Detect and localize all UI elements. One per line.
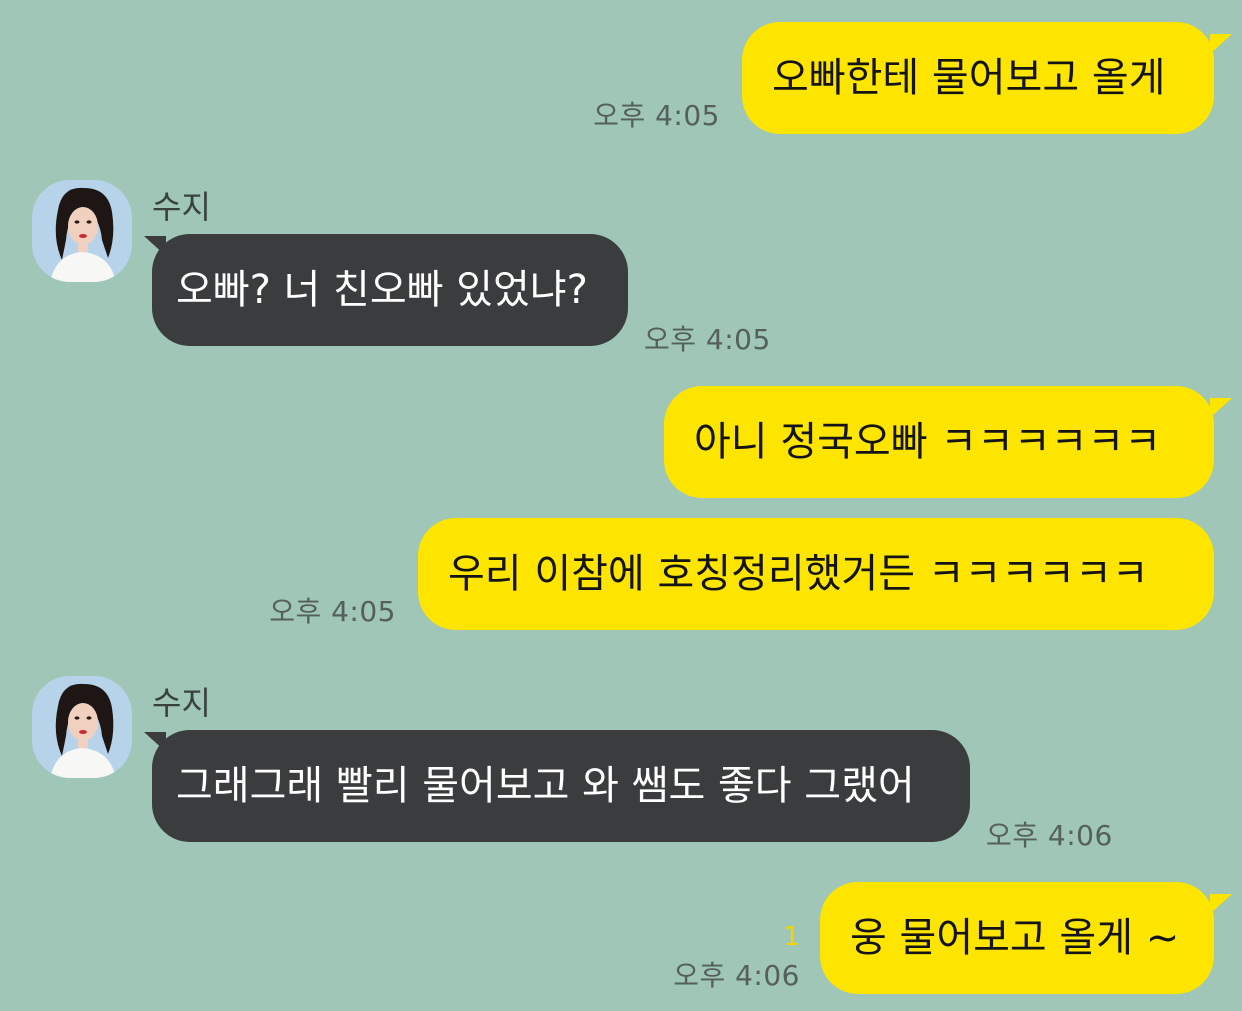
message-text: 오빠? 너 친오빠 있었냐? (176, 267, 588, 313)
message-text: 아니 정국오빠 ㅋㅋㅋㅋㅋㅋ (694, 419, 1162, 465)
message-timestamp: 오후 4:06 (986, 819, 1113, 852)
sender-name: 수지 (152, 188, 211, 226)
avatar[interactable] (32, 180, 132, 282)
avatar[interactable] (32, 676, 132, 778)
bubble-tail (1210, 398, 1232, 418)
message-timestamp: 오후 4:06 (673, 959, 800, 992)
outgoing-message-bubble[interactable]: 우리 이참에 호칭정리했거든 ㅋㅋㅋㅋㅋㅋ (418, 518, 1214, 630)
incoming-message-bubble[interactable]: 그래그래 빨리 물어보고 와 쌤도 좋다 그랬어 (152, 730, 970, 842)
sender-name: 수지 (152, 684, 211, 722)
incoming-message-bubble[interactable]: 오빠? 너 친오빠 있었냐? (152, 234, 628, 346)
unread-count-badge: 1 (783, 922, 800, 952)
message-text: 우리 이참에 호칭정리했거든 ㅋㅋㅋㅋㅋㅋ (448, 551, 1149, 597)
bubble-tail (1210, 894, 1232, 914)
outgoing-message-bubble[interactable]: 아니 정국오빠 ㅋㅋㅋㅋㅋㅋ (664, 386, 1214, 498)
profile-photo-icon (32, 676, 132, 778)
message-timestamp: 오후 4:05 (269, 595, 396, 628)
message-text: 웅 물어보고 올게 ~ (850, 915, 1180, 961)
message-timestamp: 오후 4:05 (644, 323, 771, 356)
message-text: 오빠한테 물어보고 올게 (772, 55, 1166, 101)
outgoing-message-bubble[interactable]: 웅 물어보고 올게 ~ (820, 882, 1214, 994)
outgoing-message-bubble[interactable]: 오빠한테 물어보고 올게 (742, 22, 1214, 134)
message-timestamp: 오후 4:05 (593, 99, 720, 132)
profile-photo-icon (32, 180, 132, 282)
bubble-tail (1210, 34, 1232, 54)
message-text: 그래그래 빨리 물어보고 와 쌤도 좋다 그랬어 (176, 763, 915, 809)
